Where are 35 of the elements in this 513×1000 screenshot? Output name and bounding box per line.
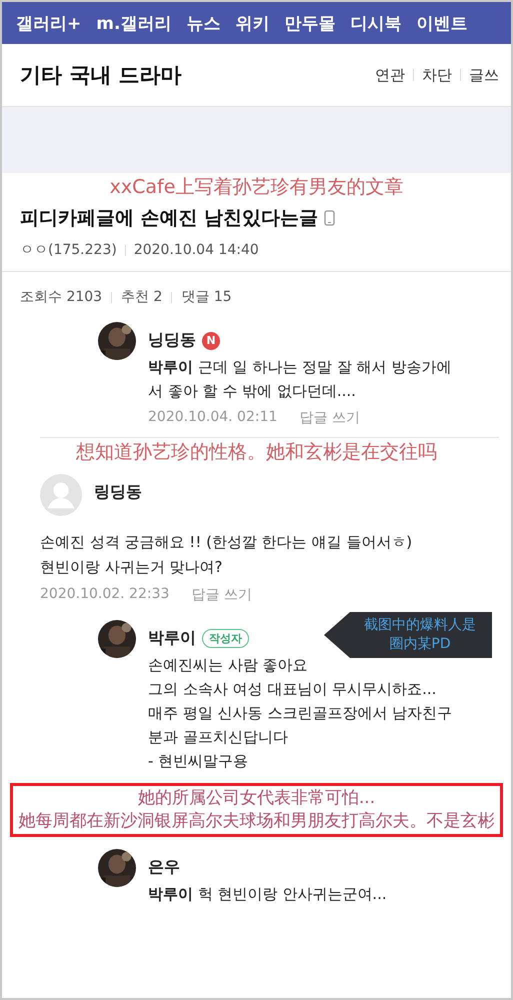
post-author: ㅇㅇ(175.223): [20, 241, 117, 259]
nav-link[interactable]: 디시북: [350, 12, 402, 34]
post-date: 2020.10.04 14:40: [134, 242, 259, 258]
annotation-box: 她的所属公司女代表非常可怕... 她每周都在新沙洞银屏高尔夫球场和男朋友打高尔夫。不是玄彬: [10, 783, 503, 837]
comment-text: 박루이 헉 현빈이랑 안사귀는군여...: [148, 884, 388, 905]
nav-link[interactable]: 갤러리+: [16, 12, 82, 34]
post-stat: 댓글 15: [181, 288, 232, 306]
nav-link[interactable]: 이벤트: [416, 12, 468, 34]
comment-date: 2020.10.02. 22:33: [40, 586, 170, 604]
annotation-caption: xxCafe上写着孙艺珍有男友的文章: [108, 175, 404, 199]
comment-date: 2020.10.04. 02:11: [148, 409, 278, 427]
board-title: 기타 국내 드라마: [20, 62, 182, 89]
nav-link[interactable]: m.갤러리: [96, 12, 172, 34]
comment-author[interactable]: 은우: [148, 857, 180, 878]
mobile-phone-icon: [324, 210, 336, 226]
comment-text: 박루이 근데 일 하나는 정말 잘 해서 방송가에서 좋아 할 수 밖에 없다던데....: [148, 357, 452, 402]
comment-author[interactable]: 박루이: [148, 628, 196, 649]
post-stat: 추천 2: [121, 288, 162, 306]
person-icon: [40, 474, 82, 516]
nav-link[interactable]: 위키: [235, 12, 270, 34]
comment-author[interactable]: 링딩동: [94, 482, 142, 503]
header-link[interactable]: 글쓰: [469, 66, 499, 84]
annotation-caption: 想知道孙艺珍的性格。她和玄彬是在交往吗: [75, 440, 438, 464]
author-badge: 작성자: [202, 629, 249, 648]
nav-link[interactable]: 뉴스: [186, 12, 220, 34]
comment-text: 손예진 성격 궁금해요 !! (한성깔 한다는 얘길 들어서ㅎ) 현빈이랑 사귀는거 맞나여?: [40, 532, 414, 578]
new-badge: N: [202, 332, 220, 350]
header-link[interactable]: 차단: [422, 66, 452, 84]
post-title: 피디카페글에 손예진 남친있다는글: [20, 206, 318, 231]
annotation-callout: 截图中的爆料人是圈内某PD: [324, 612, 492, 658]
comment-text: 손예진씨는 사람 좋아요 그의 소속사 여성 대표님이 무시무시하죠... 매주 평일 신사동 스크린골프장에서 남자친구분과 골프치신답니다 - 현빈씨말구용: [148, 655, 453, 772]
comment-author[interactable]: 닝딩동: [148, 330, 196, 351]
header-link[interactable]: 연관: [375, 66, 405, 84]
post-stat: 조회수 2103: [20, 288, 102, 306]
nav-link[interactable]: 만두몰: [284, 12, 336, 34]
